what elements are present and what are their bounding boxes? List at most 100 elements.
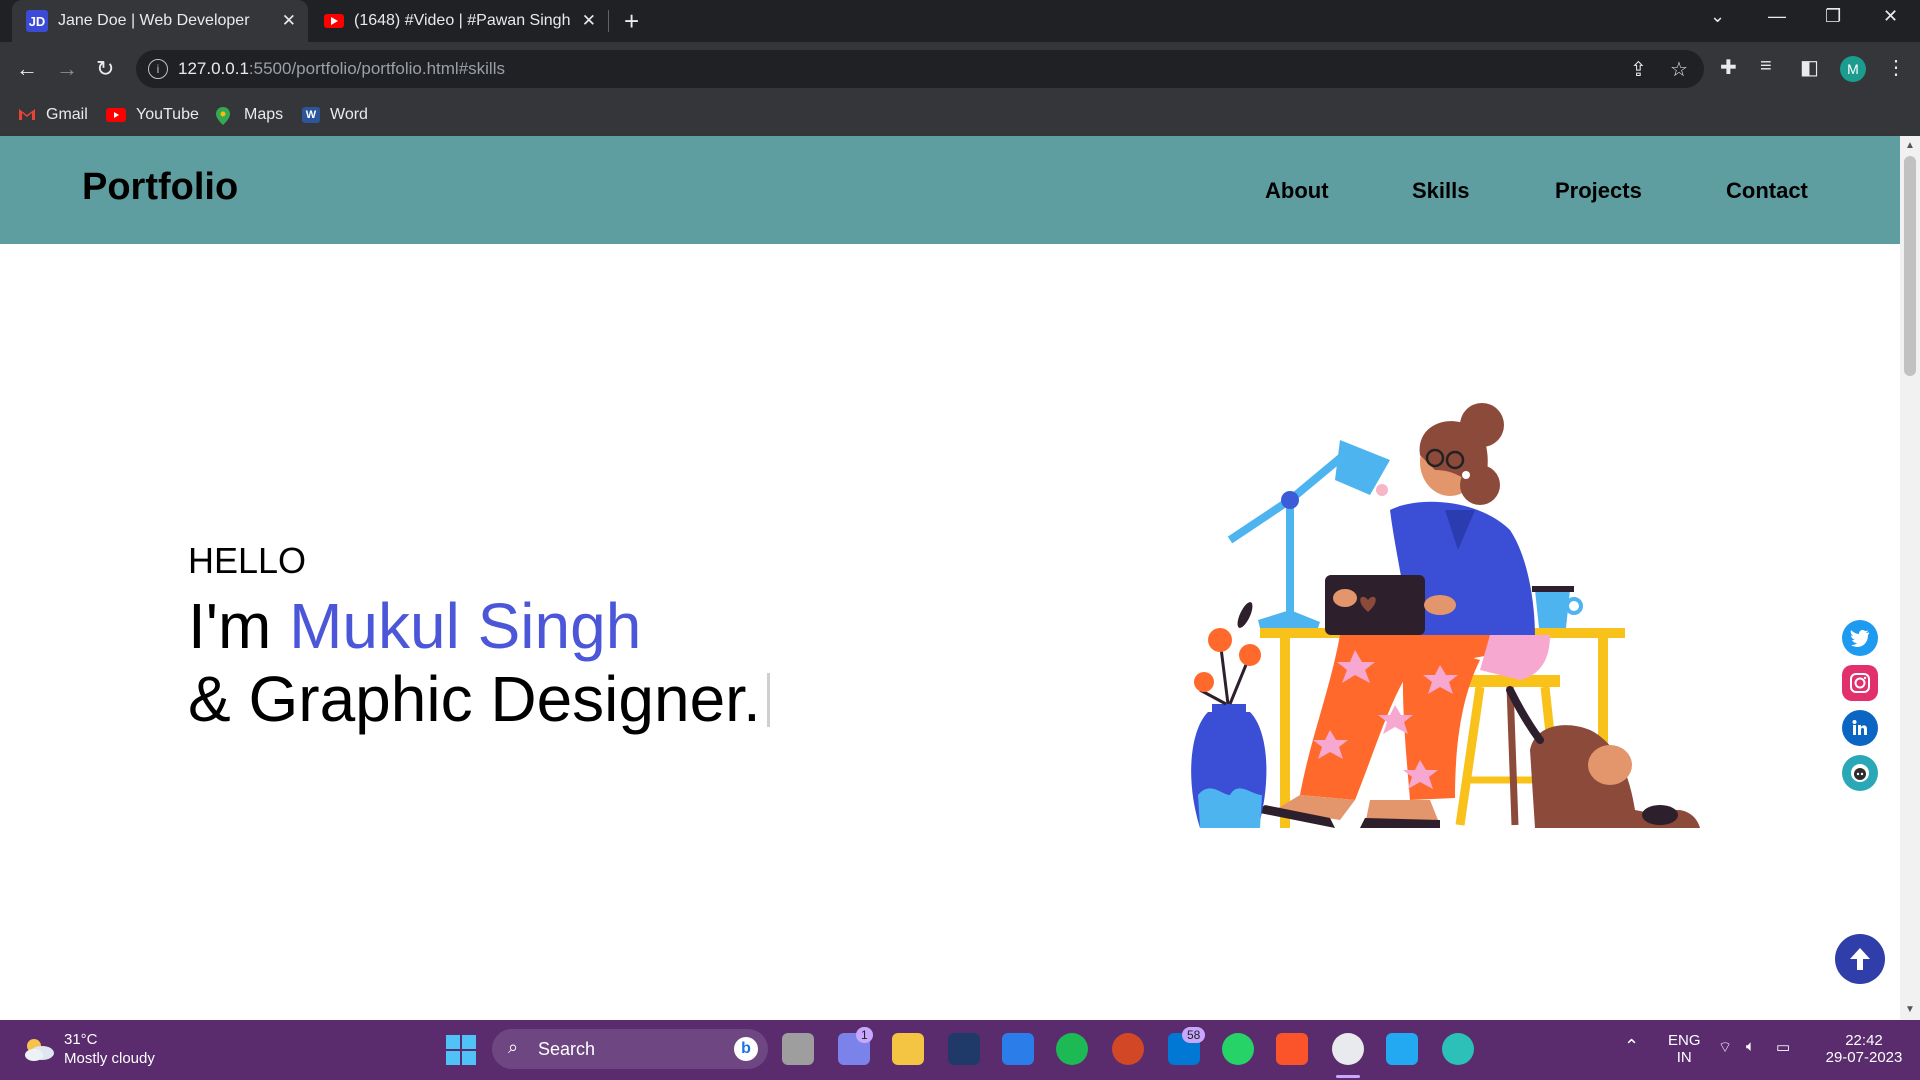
battery-icon[interactable]: ▭ xyxy=(1776,1038,1790,1056)
url-text[interactable]: 127.0.0.1:5500/portfolio/portfolio.html#… xyxy=(178,59,505,79)
bookmark-label: Word xyxy=(330,106,368,123)
weather-widget[interactable]: 31°C Mostly cloudy xyxy=(22,1030,155,1068)
media-queue-icon[interactable]: ≡ xyxy=(1760,55,1772,78)
hero-intro: I'm Mukul Singh xyxy=(188,589,641,663)
maps-icon xyxy=(216,107,234,125)
site-info-icon[interactable]: i xyxy=(148,59,168,79)
language-indicator[interactable]: ENG IN xyxy=(1668,1032,1701,1066)
youtube-icon xyxy=(324,14,344,28)
page-scrollbar[interactable]: ▲ ▼ xyxy=(1900,136,1920,1020)
word-icon: W xyxy=(302,107,320,123)
bing-icon[interactable]: b xyxy=(734,1037,758,1061)
hero-role: & Graphic Designer. xyxy=(188,662,770,736)
hero-name: Mukul Singh xyxy=(289,590,642,662)
mug-illustration xyxy=(1532,586,1583,628)
powerpoint-icon[interactable] xyxy=(1112,1033,1144,1065)
hero-greeting: HELLO xyxy=(188,540,307,581)
close-icon[interactable]: ✕ xyxy=(582,11,596,31)
new-tab-icon[interactable]: + xyxy=(624,6,639,37)
spotify-icon[interactable] xyxy=(1056,1033,1088,1065)
scrollbar-thumb[interactable] xyxy=(1904,156,1916,376)
brave-icon[interactable] xyxy=(1276,1033,1308,1065)
back-icon[interactable]: ← xyxy=(16,56,38,82)
tab-divider xyxy=(608,10,609,32)
windows-start-icon[interactable] xyxy=(446,1035,476,1070)
vscode-icon[interactable] xyxy=(1386,1033,1418,1065)
bookmarks-bar: Gmail YouTube Maps W Word xyxy=(0,96,1920,136)
bookmark-star-icon[interactable]: ☆ xyxy=(1670,57,1688,82)
clock-date: 29-07-2023 xyxy=(1825,1049,1903,1066)
tab-portfolio[interactable]: JD Jane Doe | Web Developer ✕ xyxy=(12,0,308,42)
browser-toolbar: ← → ↻ i 127.0.0.1:5500/portfolio/portfol… xyxy=(0,42,1920,96)
edge-icon[interactable] xyxy=(1442,1033,1474,1065)
instagram-icon[interactable] xyxy=(1842,665,1878,701)
tab-title: (1648) #Video | #Pawan Singh Ne xyxy=(354,12,574,29)
scroll-down-arrow-icon[interactable]: ▼ xyxy=(1905,1004,1915,1015)
hero-intro-prefix: I'm xyxy=(188,590,290,662)
language-code: ENG xyxy=(1668,1032,1701,1049)
file-explorer-icon[interactable] xyxy=(892,1033,924,1065)
restore-icon[interactable]: ❐ xyxy=(1825,6,1841,27)
active-app-indicator xyxy=(1336,1075,1360,1078)
bookmark-maps[interactable]: Maps xyxy=(216,106,284,125)
vase-plant-illustration xyxy=(1191,602,1267,828)
scroll-up-arrow-icon[interactable]: ▲ xyxy=(1905,140,1915,151)
nav-projects[interactable]: Projects xyxy=(1555,178,1642,204)
jd-favicon-icon: JD xyxy=(26,10,48,32)
volume-icon[interactable]: 🔈︎ xyxy=(1746,1038,1755,1055)
linkedin-icon[interactable] xyxy=(1842,710,1878,746)
nav-about[interactable]: About xyxy=(1265,178,1329,204)
search-placeholder: Search xyxy=(538,1039,596,1059)
close-icon[interactable]: ✕ xyxy=(282,11,296,31)
github-icon[interactable] xyxy=(1842,755,1878,791)
nav-skills[interactable]: Skills xyxy=(1412,178,1469,204)
extensions-icon[interactable]: ✚ xyxy=(1720,55,1737,80)
teams-badge: 1 xyxy=(856,1027,873,1043)
menu-kebab-icon[interactable]: ⋮ xyxy=(1886,55,1906,80)
bookmark-label: Gmail xyxy=(46,106,88,123)
tab-youtube[interactable]: (1648) #Video | #Pawan Singh Ne ✕ xyxy=(312,0,608,42)
chrome-icon[interactable] xyxy=(1332,1033,1364,1065)
typing-cursor xyxy=(766,673,770,727)
forward-icon[interactable]: → xyxy=(56,56,78,82)
hero-section: HELLO I'm Mukul Singh & Graphic Designer… xyxy=(0,244,1900,1020)
profile-avatar[interactable]: M xyxy=(1840,56,1866,82)
bookmark-label: Maps xyxy=(244,106,284,123)
show-hidden-icons-chevron-icon[interactable]: ⌃ xyxy=(1624,1036,1639,1057)
bookmark-label: YouTube xyxy=(136,106,199,123)
windows-taskbar: 31°C Mostly cloudy ⌕ Search b 1 58 ⌃ ENG… xyxy=(0,1020,1920,1080)
clock[interactable]: 22:42 29-07-2023 xyxy=(1818,1032,1910,1066)
twitter-icon[interactable] xyxy=(1842,620,1878,656)
clock-time: 22:42 xyxy=(1845,1032,1883,1049)
whatsapp-icon[interactable] xyxy=(1222,1033,1254,1065)
share-icon[interactable]: ⇪ xyxy=(1630,57,1647,82)
language-region: IN xyxy=(1676,1049,1692,1066)
bookmark-word[interactable]: W Word xyxy=(302,106,368,124)
weather-temp: 31°C xyxy=(64,1031,98,1048)
side-panel-icon[interactable]: ◧ xyxy=(1800,55,1819,80)
site-logo[interactable]: Portfolio xyxy=(82,166,238,209)
bookmark-youtube[interactable]: YouTube xyxy=(106,106,199,124)
wifi-icon[interactable]: ⌔ xyxy=(1718,1038,1732,1057)
site-header: Portfolio About Skills Projects Contact xyxy=(0,136,1900,244)
gmail-icon xyxy=(18,107,36,123)
back-to-top-button[interactable] xyxy=(1835,934,1885,984)
mail-icon[interactable] xyxy=(1002,1033,1034,1065)
developer-illustration xyxy=(1191,403,1700,828)
prime-video-icon[interactable] xyxy=(948,1033,980,1065)
tab-strip: JD Jane Doe | Web Developer ✕ (1648) #Vi… xyxy=(0,0,1920,42)
tab-title: Jane Doe | Web Developer xyxy=(58,12,250,29)
search-icon: ⌕ xyxy=(508,1037,519,1057)
close-window-icon[interactable]: ✕ xyxy=(1883,6,1898,27)
reload-icon[interactable]: ↻ xyxy=(96,56,114,82)
bookmark-gmail[interactable]: Gmail xyxy=(18,106,88,124)
youtube-icon xyxy=(106,108,126,122)
address-bar[interactable]: i 127.0.0.1:5500/portfolio/portfolio.htm… xyxy=(136,50,1704,88)
taskbar-search[interactable]: ⌕ Search b xyxy=(492,1029,768,1069)
weather-desc: Mostly cloudy xyxy=(64,1050,155,1067)
task-view-icon[interactable] xyxy=(782,1033,814,1065)
minimize-icon[interactable]: — xyxy=(1768,6,1786,27)
tab-search-chevron-icon[interactable]: ⌄ xyxy=(1710,6,1725,27)
nav-contact[interactable]: Contact xyxy=(1726,178,1808,204)
hero-role-text: & Graphic Designer. xyxy=(188,663,761,735)
